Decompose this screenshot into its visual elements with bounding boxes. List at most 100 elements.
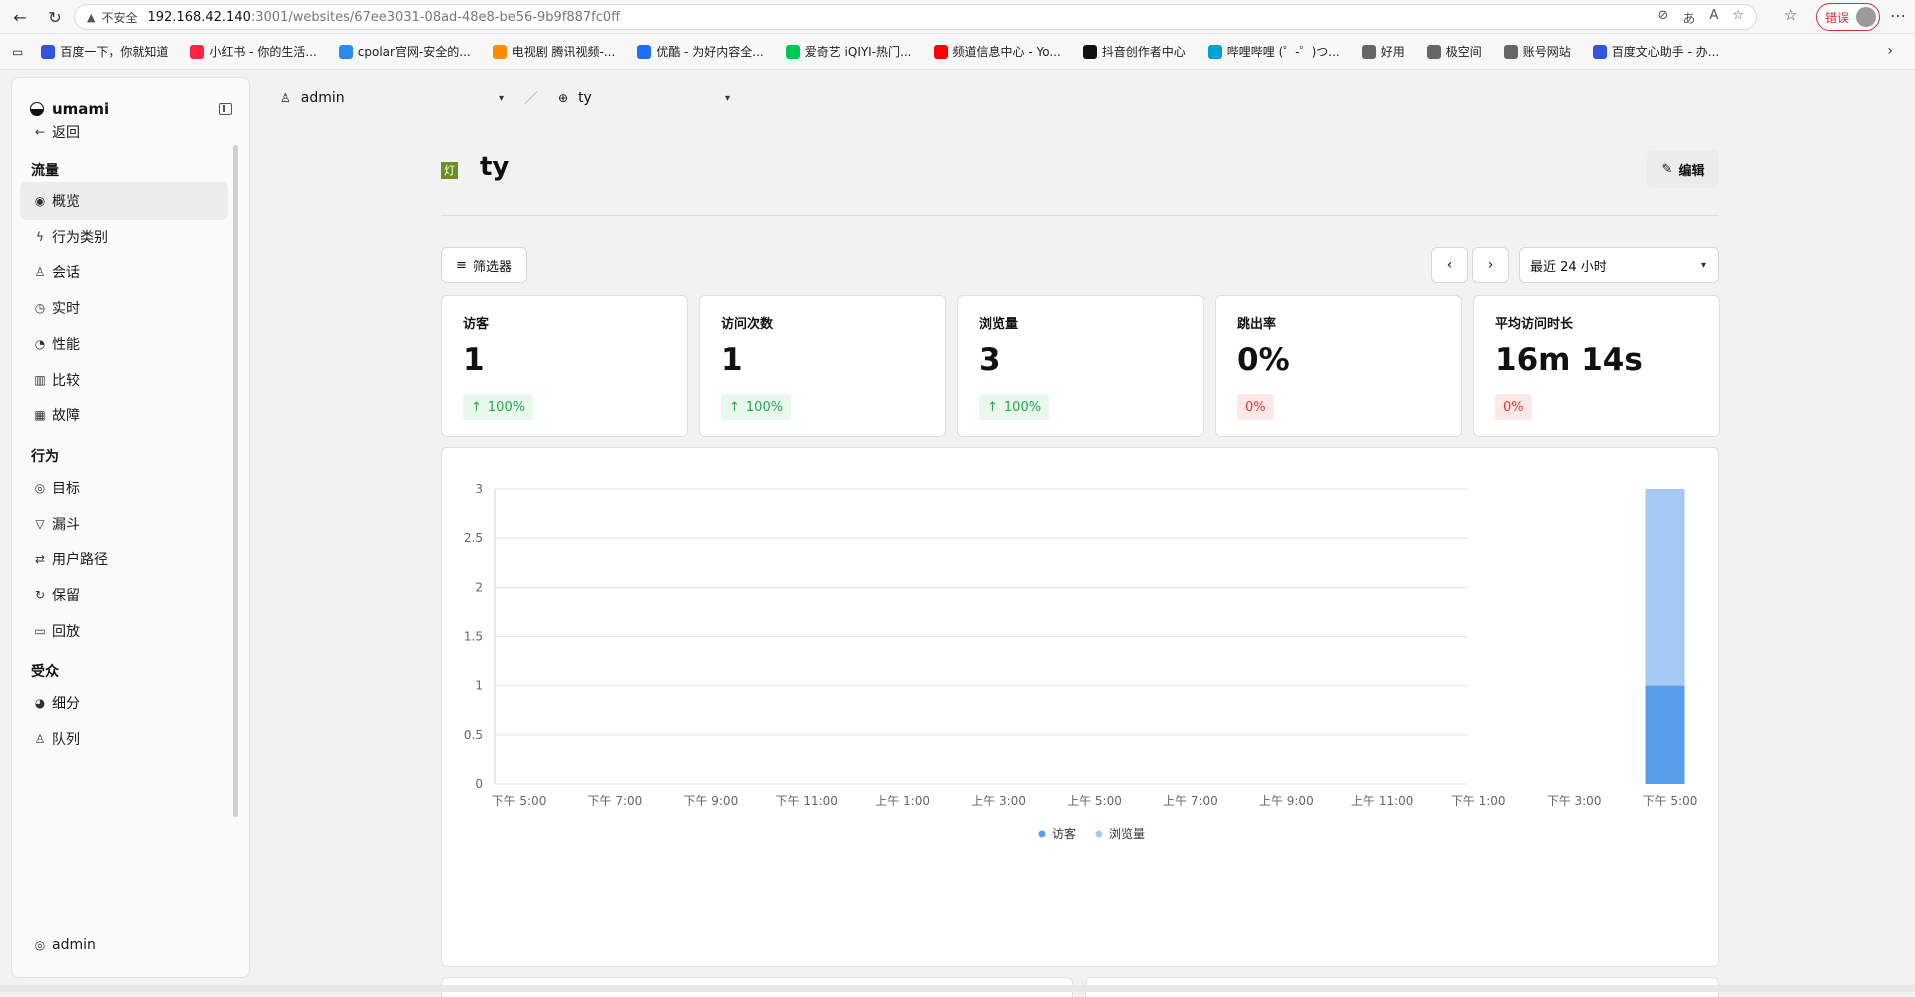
sidebar: umami ← 返回 流量 ◉ 概览 ϟ 行为类别 ♙ 会话 ◷ 实时 ◔ 性能 ▥ 比较 ▦ 故障 行为…	[11, 77, 250, 978]
bookmark-item[interactable]: 电视剧 腾讯视频-...	[492, 43, 616, 60]
traffic-chart: 0 0.5 1 1.5 2 2.5 3 下午 5:00 下午 7:00 下午 9:00 下午 11:…	[464, 482, 1697, 841]
site-select[interactable]: ⊕ ty ▾	[558, 90, 730, 106]
path-icon: ⇄	[34, 552, 46, 567]
legend-label: 浏览量	[1109, 826, 1145, 841]
section-behavior: 行为	[31, 449, 59, 465]
back-arrow-icon[interactable]: ←	[10, 7, 30, 27]
bookmark-item[interactable]: 频道信息中心 - Yo...	[933, 43, 1061, 60]
video-icon: ▭	[34, 623, 46, 638]
arrow-up-icon: ↑	[729, 399, 740, 415]
metric-value: 1	[463, 342, 485, 378]
sidebar-item[interactable]: ◕ 细分	[20, 684, 228, 722]
star-icon[interactable]: ☆	[1732, 8, 1744, 27]
funnel-icon: ▽	[35, 516, 45, 531]
bookmark-item[interactable]: 哔哩哔哩 (゜-゜)つ...	[1207, 43, 1340, 60]
edit-button[interactable]: ✎ 编辑	[1647, 150, 1719, 188]
more-icon[interactable]: ⋯	[1890, 6, 1906, 25]
sidebar-item[interactable]: ▭ 回放	[20, 612, 228, 650]
sidebar-item-label: 会话	[52, 265, 80, 282]
x-tick-label: 下午 9:00	[683, 794, 738, 808]
metric-label: 平均访问时长	[1495, 317, 1574, 332]
bookmark-label: 小红书 - 你的生活...	[209, 45, 317, 59]
user-icon: ♙	[280, 91, 291, 105]
bookmark-icon	[1207, 44, 1222, 59]
bookmark-item[interactable]: 百度一下，你就知道	[41, 43, 168, 60]
sidebar-item[interactable]: ♙ 队列	[20, 720, 228, 758]
section-traffic: 流量	[31, 163, 59, 179]
bookmark-item[interactable]: 百度文心助手 - 办...	[1592, 43, 1720, 60]
extension-icon[interactable]: ⊘	[1658, 8, 1669, 27]
metric-card: 跳出率 0% 0%	[1215, 295, 1462, 437]
y-tick-label: 1	[475, 679, 483, 693]
date-range-select[interactable]: 最近 24 小时 ▾	[1519, 247, 1719, 283]
user-menu[interactable]: ◎ admin	[20, 926, 228, 964]
metric-label: 浏览量	[979, 317, 1019, 332]
sidebar-item[interactable]: ◔ 性能	[20, 325, 228, 363]
bookmark-item[interactable]: 优酷 - 为好内容全...	[637, 43, 764, 60]
sidebar-item[interactable]: ◷ 实时	[20, 289, 228, 327]
sidebar-item-label: 性能	[52, 336, 80, 353]
favorites-icon[interactable]: ☆	[1784, 6, 1797, 24]
read-aloud-icon[interactable]: A	[1709, 8, 1718, 27]
sidebar-item[interactable]: ♙ 会话	[20, 253, 228, 291]
legend-label: 访客	[1052, 826, 1076, 841]
metric-change: 0%	[1237, 394, 1274, 420]
bookmark-item[interactable]: 小红书 - 你的生活...	[190, 43, 317, 60]
metric-change: ↑ 100%	[979, 394, 1050, 420]
bar-chart-icon: ▥	[34, 372, 46, 387]
sidebar-item[interactable]: ◎ 目标	[20, 469, 228, 507]
bookmark-item[interactable]: 抖音创作者中心	[1082, 43, 1186, 60]
sidebar-item[interactable]: ⇄ 用户路径	[20, 540, 228, 578]
x-tick-label: 下午 7:00	[588, 794, 643, 808]
sidebar-item-label: 目标	[52, 481, 80, 497]
bookmark-icon	[1503, 44, 1518, 59]
bookmark-label: 电视剧 腾讯视频-...	[511, 45, 616, 59]
x-tick-label: 上午 11:00	[1351, 794, 1413, 808]
filter-label: 筛选器	[472, 259, 512, 275]
user-icon: ♙	[34, 265, 46, 280]
sidebar-item-label: 保留	[52, 588, 80, 605]
x-tick-label: 上午 7:00	[1163, 794, 1218, 808]
prev-range-button[interactable]: ‹	[1431, 247, 1468, 283]
chevron-right-icon[interactable]: ›	[1887, 43, 1893, 59]
arrow-up-icon: ↑	[987, 399, 998, 415]
sidebar-item[interactable]: ▦ 故障	[20, 396, 228, 434]
x-tick-label: 上午 1:00	[875, 794, 930, 808]
sidebar-item[interactable]: ▥ 比较	[20, 361, 228, 399]
bookmark-icon	[785, 44, 800, 59]
y-tick-label: 0	[475, 777, 483, 791]
y-tick-label: 1.5	[464, 630, 483, 644]
address-bar[interactable]: ▲ 不安全 192.168.42.140:3001/websites/67ee3…	[74, 4, 1757, 30]
sidebar-item-label: 故障	[52, 408, 80, 425]
user-select[interactable]: ♙ admin ▾	[280, 90, 504, 106]
sidebar-item[interactable]: ↻ 保留	[20, 576, 228, 614]
crumb-site: ty	[578, 90, 592, 106]
sidebar-item[interactable]: ◉ 概览	[20, 182, 228, 220]
sidebar-item[interactable]: ▽ 漏斗	[20, 505, 228, 543]
bookmark-item[interactable]: 爱奇艺 iQIYI-热门...	[785, 43, 912, 60]
metric-card: 访客 1 ↑ 100%	[441, 295, 688, 437]
sidebar-scrollbar[interactable]	[233, 145, 238, 817]
bookmark-label: 百度文心助手 - 办...	[1611, 45, 1720, 59]
back-link[interactable]: ← 返回	[20, 113, 228, 151]
translate-icon[interactable]: あ	[1682, 8, 1695, 27]
next-range-button[interactable]: ›	[1472, 247, 1509, 283]
bookmark-item[interactable]: 账号网站	[1503, 43, 1571, 60]
profile-error-button[interactable]: 错误	[1816, 3, 1880, 31]
y-tick-label: 2	[475, 580, 483, 594]
bookmark-icon	[1426, 44, 1441, 59]
y-tick-label: 2.5	[464, 531, 483, 545]
url-path: :3001/websites/67ee3031-08ad-48e8-be56-9…	[250, 9, 621, 25]
bookmark-item[interactable]: 好用	[1361, 43, 1405, 60]
tab-actions-icon[interactable]: ▭	[12, 45, 23, 59]
metric-label: 访客	[463, 317, 490, 332]
bookmark-label: cpolar官网-安全的...	[357, 45, 471, 59]
sidebar-item-label: 队列	[52, 731, 80, 748]
gauge-icon: ◔	[34, 336, 46, 351]
bookmark-item[interactable]: cpolar官网-安全的...	[338, 43, 471, 60]
sidebar-item[interactable]: ϟ 行为类别	[20, 218, 228, 256]
sidebar-item-label: 漏斗	[52, 516, 80, 533]
filter-button[interactable]: ≡ 筛选器	[441, 247, 527, 283]
bookmark-item[interactable]: 极空间	[1426, 43, 1482, 60]
reload-icon[interactable]: ↻	[45, 7, 65, 27]
